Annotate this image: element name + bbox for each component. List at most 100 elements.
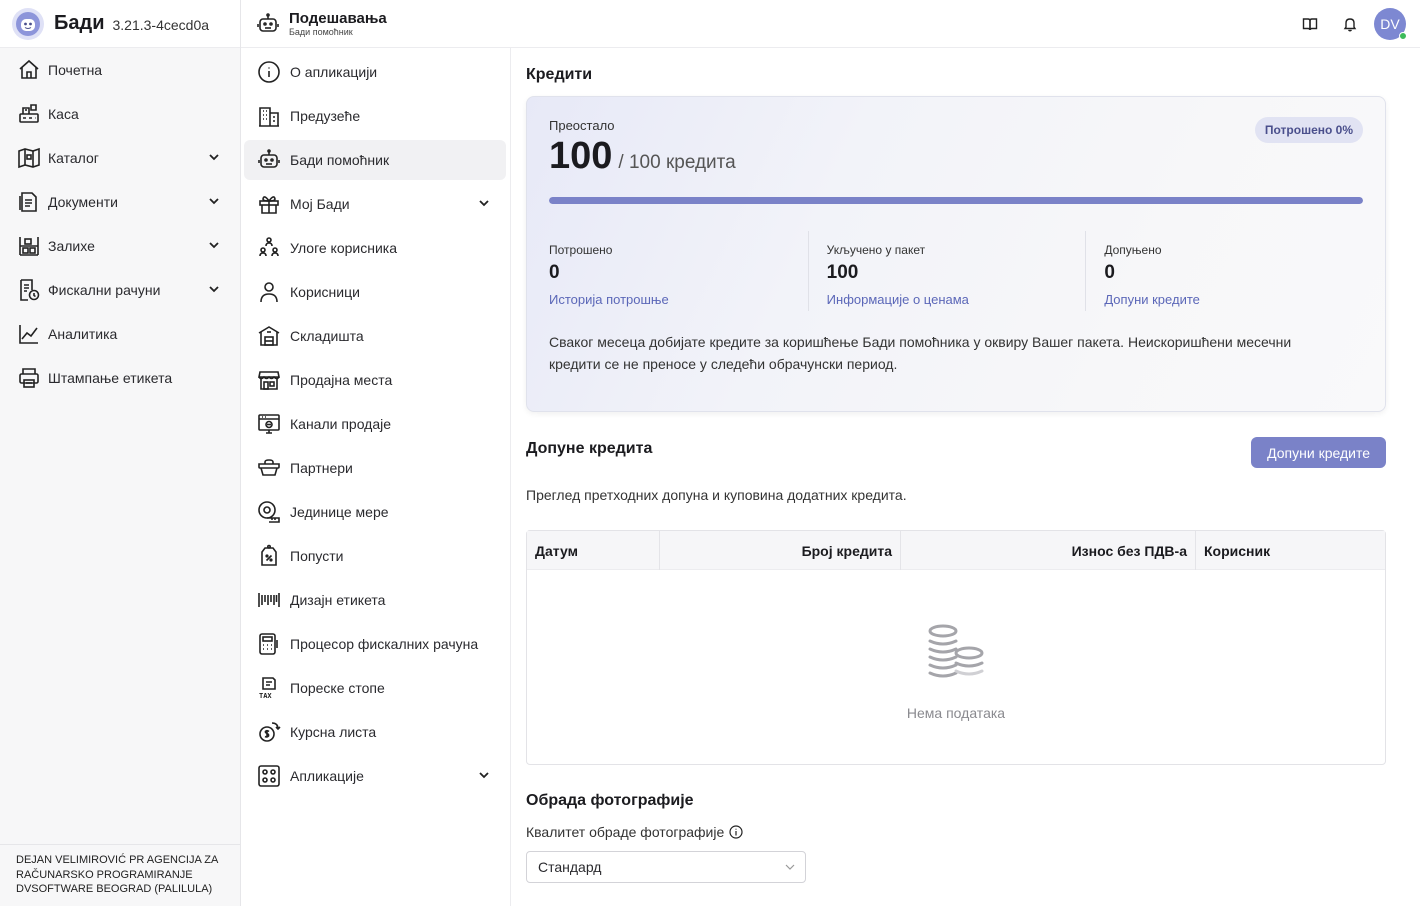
settings-item-about[interactable]: О апликацији xyxy=(244,52,506,92)
sidebar-item-fiscal-receipts[interactable]: Фискални рачуни xyxy=(0,268,240,312)
chevron-down-icon[interactable] xyxy=(478,769,490,781)
sidebar-item-catalog[interactable]: Каталог xyxy=(0,136,240,180)
store-icon xyxy=(256,367,282,393)
stat-topped-up: Допуњено 0 Допуни кредите xyxy=(1086,231,1363,311)
stat-used: Потрошено 0 Историја потрошње xyxy=(549,231,809,311)
sidebar-item-inventory[interactable]: Залихе xyxy=(0,224,240,268)
sidebar-item-label: Документи xyxy=(48,194,118,210)
sidebar-item-label: Штампање етикета xyxy=(48,370,173,386)
chevron-down-icon[interactable] xyxy=(208,283,220,295)
sidebar-item-label: Почетна xyxy=(48,62,103,78)
settings-item-points-of-sale[interactable]: Продајна места xyxy=(244,360,506,400)
info-icon[interactable] xyxy=(729,825,743,839)
column-header-date[interactable]: Датум xyxy=(527,531,660,570)
settings-item-label: Бади помоћник xyxy=(290,152,390,168)
bell-icon[interactable] xyxy=(1334,8,1366,40)
stat-value: 100 xyxy=(826,262,859,283)
scrollbar-track[interactable] xyxy=(1401,48,1420,906)
avatar-initials: DV xyxy=(1380,16,1400,32)
sidebar-item-cash-register[interactable]: Каса xyxy=(0,92,240,136)
cash-register-icon xyxy=(16,101,42,127)
brand[interactable]: Бади 3.21.3-4cecd0a xyxy=(0,0,240,48)
exchange-icon xyxy=(256,719,282,745)
pricing-info-link[interactable]: Информације о ценама xyxy=(827,292,1086,307)
topups-table: Датум Број кредита Износ без ПДВ-а Корис… xyxy=(526,530,1386,765)
settings-item-discounts[interactable]: Попусти xyxy=(244,536,506,576)
sidebar-item-documents[interactable]: Документи xyxy=(0,180,240,224)
stat-value: 0 xyxy=(1104,262,1115,283)
sidebar-item-home[interactable]: Почетна xyxy=(0,48,240,92)
settings-item-label: Апликације xyxy=(290,768,364,784)
quality-select-value: Стандард xyxy=(538,859,602,875)
settings-item-badi-assistant[interactable]: Бади помоћник xyxy=(244,140,506,180)
badi-logo-icon xyxy=(12,7,44,40)
tax-icon: TAX xyxy=(256,675,282,701)
usage-history-link[interactable]: Историја потрошње xyxy=(549,292,808,307)
app-name: Бади xyxy=(54,12,105,34)
sidebar-item-analytics[interactable]: Аналитика xyxy=(0,312,240,356)
settings-item-label: Канали продаје xyxy=(290,416,392,432)
documents-icon xyxy=(16,189,42,215)
user-roles-icon xyxy=(256,235,282,261)
chevron-down-icon[interactable] xyxy=(208,239,220,251)
fiscal-receipt-icon xyxy=(16,277,42,303)
settings-item-sales-channels[interactable]: Канали продаје xyxy=(244,404,506,444)
topups-description: Преглед претходних допуна и куповина дод… xyxy=(526,487,907,503)
stat-label: Потрошено xyxy=(549,243,613,257)
settings-item-label: Пореске стопе xyxy=(290,680,385,696)
analytics-icon xyxy=(16,321,42,347)
settings-item-user-roles[interactable]: Улоге корисника xyxy=(244,228,506,268)
remaining-label: Преостало xyxy=(549,118,615,133)
settings-item-label: Процесор фискалних рачуна xyxy=(290,636,479,652)
chevron-down-icon[interactable] xyxy=(208,151,220,163)
settings-item-my-badi[interactable]: Мој Бади xyxy=(244,184,506,224)
sidebar-nav: Почетна Каса Каталог Документи Залихе Фи… xyxy=(0,48,240,400)
remaining-amount: 100 / 100 кредита xyxy=(549,135,736,178)
credits-progress-bar xyxy=(549,197,1363,204)
settings-item-company[interactable]: Предузеће xyxy=(244,96,506,136)
app-version: 3.21.3-4cecd0a xyxy=(112,17,210,33)
top-up-credits-button[interactable]: Допуни кредите xyxy=(1251,437,1386,468)
settings-item-label: Попусти xyxy=(290,548,344,564)
chevron-down-icon xyxy=(785,863,795,871)
user-avatar[interactable]: DV xyxy=(1374,8,1407,40)
table-header: Датум Број кредита Износ без ПДВ-а Корис… xyxy=(527,531,1385,570)
company-name: DEJAN VELIMIROVIĆ PR AGENCIJA ZA RAČUNAR… xyxy=(0,844,240,906)
book-icon[interactable] xyxy=(1294,8,1326,40)
quality-select[interactable]: Стандард xyxy=(526,851,806,883)
credits-progress-fill xyxy=(549,197,1363,204)
settings-item-label: Улоге корисника xyxy=(290,240,397,256)
used-percentage-badge: Потрошено 0% xyxy=(1254,117,1363,143)
calculator-icon xyxy=(256,631,282,657)
settings-item-users[interactable]: Корисници xyxy=(244,272,506,312)
chevron-down-icon[interactable] xyxy=(208,195,220,207)
barcode-icon xyxy=(256,587,282,613)
chevron-down-icon[interactable] xyxy=(478,197,490,209)
home-icon xyxy=(16,57,42,83)
settings-item-label: Корисници xyxy=(290,284,360,300)
settings-item-exchange-rates[interactable]: Курсна листа xyxy=(244,712,506,752)
building-icon xyxy=(256,103,282,129)
page-subtitle: Бади помоћник xyxy=(289,26,353,37)
column-header-user[interactable]: Корисник xyxy=(1196,531,1385,570)
settings-item-applications[interactable]: Апликације xyxy=(244,756,506,796)
remaining-value: 100 xyxy=(549,135,613,177)
empty-state: Нема података xyxy=(527,623,1385,721)
settings-item-label: Партнери xyxy=(290,460,353,476)
sidebar-item-label-printing[interactable]: Штампање етикета xyxy=(0,356,240,400)
settings-item-units-of-measure[interactable]: Јединице мере xyxy=(244,492,506,532)
settings-item-label-design[interactable]: Дизајн етикета xyxy=(244,580,506,620)
column-header-credits[interactable]: Број кредита xyxy=(660,531,901,570)
credit-stats: Потрошено 0 Историја потрошње Укључено у… xyxy=(549,231,1363,311)
settings-item-label: Продајна места xyxy=(290,372,393,388)
robot-icon xyxy=(256,147,282,173)
stat-value: 0 xyxy=(549,262,560,283)
main-sidebar: Бади 3.21.3-4cecd0a Почетна Каса Каталог… xyxy=(0,0,241,906)
top-up-credits-link[interactable]: Допуни кредите xyxy=(1104,292,1363,307)
column-header-amount[interactable]: Износ без ПДВ-а xyxy=(901,531,1196,570)
settings-item-label: Јединице мере xyxy=(290,504,389,520)
settings-item-partners[interactable]: Партнери xyxy=(244,448,506,488)
settings-item-warehouses[interactable]: Складишта xyxy=(244,316,506,356)
settings-item-tax-rates[interactable]: TAX Пореске стопе xyxy=(244,668,506,708)
settings-item-fiscal-processor[interactable]: Процесор фискалних рачуна xyxy=(244,624,506,664)
